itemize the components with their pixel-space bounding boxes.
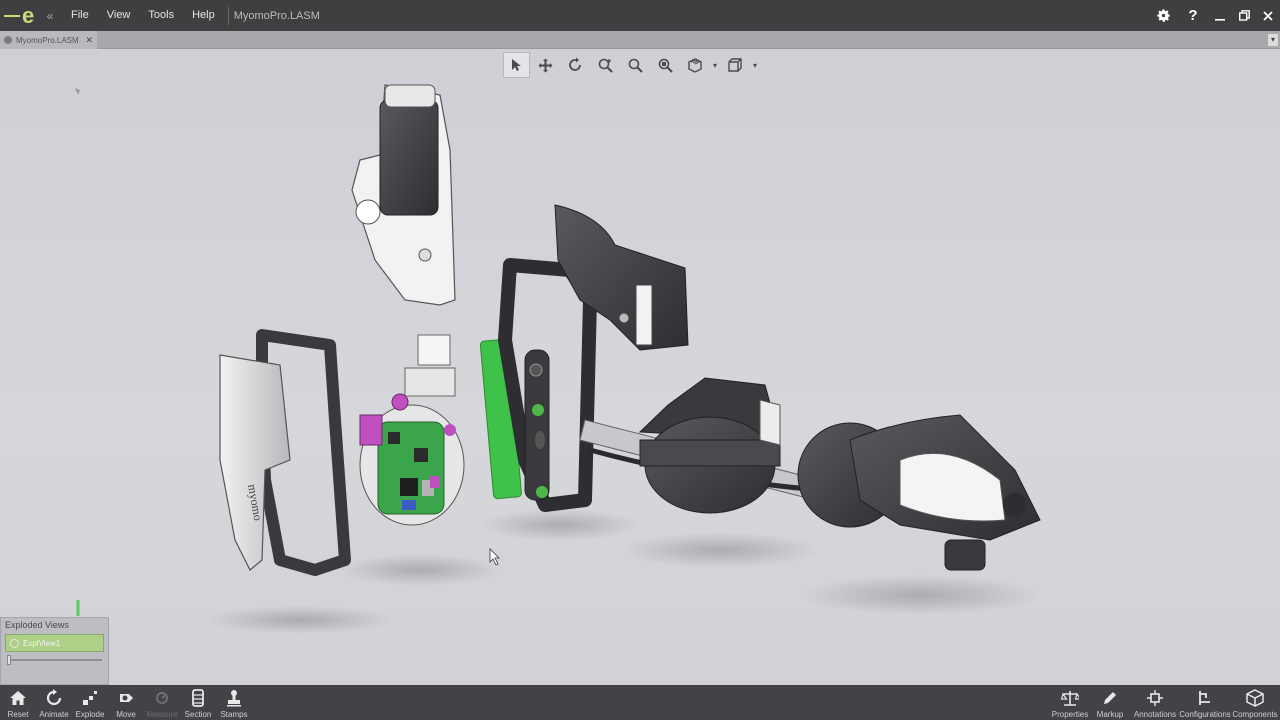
title-separator bbox=[227, 6, 229, 25]
measure-button[interactable]: Measure bbox=[144, 685, 180, 720]
circuit-board bbox=[359, 334, 465, 526]
restore-icon[interactable] bbox=[1232, 0, 1256, 31]
home-icon bbox=[9, 688, 27, 708]
components-label: Components bbox=[1232, 710, 1278, 719]
annotations-label: Annotations bbox=[1133, 710, 1177, 719]
bottom-toolbar: Reset Animate Explode Move Measure Secti… bbox=[0, 685, 1280, 720]
document-tab[interactable]: MyomoPro.LASM ✕ bbox=[0, 31, 97, 49]
upper-arm-cuff bbox=[554, 204, 689, 351]
exploded-views-title: Exploded Views bbox=[5, 620, 69, 630]
view-orientation-icon[interactable] bbox=[720, 52, 750, 78]
section-icon bbox=[190, 688, 206, 708]
menu-help[interactable]: Help bbox=[183, 0, 224, 31]
move-icon bbox=[117, 688, 135, 708]
components-icon bbox=[1246, 688, 1264, 708]
minimize-icon[interactable] bbox=[1208, 0, 1232, 31]
zoom-area-icon[interactable] bbox=[620, 52, 650, 78]
section-button[interactable]: Section bbox=[180, 685, 216, 720]
explode-slider[interactable] bbox=[7, 655, 102, 665]
3d-viewport[interactable]: myomo ▾ ▾ bbox=[0, 49, 1280, 685]
pencil-icon bbox=[1102, 688, 1118, 708]
rotate-icon[interactable] bbox=[560, 52, 590, 78]
stamps-button[interactable]: Stamps bbox=[216, 685, 252, 720]
exploded-assembly-model: myomo bbox=[75, 84, 1041, 634]
stamps-label: Stamps bbox=[220, 710, 248, 719]
animate-label: Animate bbox=[39, 710, 69, 719]
shadow bbox=[205, 606, 395, 634]
explode-slider-thumb[interactable] bbox=[7, 655, 11, 665]
animate-icon bbox=[45, 688, 63, 708]
tab-close-icon[interactable]: ✕ bbox=[85, 35, 93, 46]
document-title: MyomoPro.LASM bbox=[233, 9, 320, 22]
section-label: Section bbox=[184, 710, 212, 719]
view-style-dropdown-icon[interactable]: ▾ bbox=[710, 61, 720, 70]
view-orientation-dropdown-icon[interactable]: ▾ bbox=[750, 61, 760, 70]
title-right-controls: ? bbox=[1148, 0, 1280, 31]
radio-icon bbox=[10, 638, 19, 648]
properties-icon bbox=[1061, 688, 1079, 708]
explode-button[interactable]: Explode bbox=[72, 685, 108, 720]
measure-label: Measure bbox=[146, 710, 178, 719]
configurations-button[interactable]: Configurations bbox=[1179, 685, 1231, 720]
document-tab-label: MyomoPro.LASM bbox=[16, 35, 79, 45]
explode-label: Explode bbox=[75, 710, 105, 719]
menu-tools[interactable]: Tools bbox=[139, 0, 183, 31]
help-question-icon[interactable]: ? bbox=[1178, 0, 1208, 31]
reset-button[interactable]: Reset bbox=[0, 685, 36, 720]
left-shell: myomo bbox=[219, 329, 351, 576]
collapse-chevron-icon[interactable]: « bbox=[44, 9, 56, 23]
battery-assembly bbox=[351, 84, 456, 306]
close-icon[interactable] bbox=[1256, 0, 1280, 31]
select-icon[interactable] bbox=[503, 52, 530, 78]
zoom-fit-icon[interactable] bbox=[650, 52, 680, 78]
document-tab-bar: MyomoPro.LASM ✕ ▾ bbox=[0, 31, 1280, 49]
properties-label: Properties bbox=[1051, 710, 1089, 719]
exploded-view-item[interactable]: ExplView1 bbox=[5, 634, 104, 652]
configurations-label: Configurations bbox=[1179, 710, 1231, 719]
bottom-right-tools: Properties Markup Annotations Configurat… bbox=[1050, 685, 1280, 720]
annotations-button[interactable]: Annotations bbox=[1130, 685, 1180, 720]
forearm-cuff bbox=[638, 377, 781, 514]
menu-file[interactable]: File bbox=[62, 0, 98, 31]
components-button[interactable]: Components bbox=[1230, 685, 1280, 720]
hand-brace bbox=[797, 414, 1041, 571]
markup-button[interactable]: Markup bbox=[1090, 685, 1130, 720]
move-label: Move bbox=[116, 710, 136, 719]
zoom-icon[interactable] bbox=[590, 52, 620, 78]
measure-icon bbox=[153, 688, 171, 708]
settings-gear-icon[interactable] bbox=[1148, 0, 1178, 31]
markup-label: Markup bbox=[1096, 710, 1124, 719]
view-style-icon[interactable] bbox=[680, 52, 710, 78]
stamp-icon bbox=[226, 688, 242, 708]
logo-line bbox=[4, 15, 20, 17]
properties-button[interactable]: Properties bbox=[1050, 685, 1090, 720]
pan-icon[interactable] bbox=[530, 52, 560, 78]
title-bar: e « File View Tools Help MyomoPro.LASM ? bbox=[0, 0, 1280, 31]
exploded-view-label: ExplView1 bbox=[23, 638, 61, 648]
app-logo[interactable]: e bbox=[0, 0, 44, 31]
reset-label: Reset bbox=[7, 710, 29, 719]
move-button[interactable]: Move bbox=[108, 685, 144, 720]
menu-bar: File View Tools Help bbox=[62, 0, 224, 31]
logo-e-icon: e bbox=[22, 3, 35, 28]
document-tab-icon bbox=[4, 36, 12, 44]
view-toolbar: ▾ ▾ bbox=[503, 52, 760, 78]
mouse-cursor-icon bbox=[489, 548, 500, 566]
exploded-views-panel: Exploded Views ExplView1 bbox=[0, 617, 109, 685]
menu-view[interactable]: View bbox=[98, 0, 140, 31]
tab-list-dropdown-icon[interactable]: ▾ bbox=[1268, 34, 1278, 46]
explode-icon bbox=[81, 688, 99, 708]
annotations-icon bbox=[1147, 688, 1163, 708]
small-arrow-icon bbox=[75, 88, 80, 95]
animate-button[interactable]: Animate bbox=[36, 685, 72, 720]
configurations-icon bbox=[1197, 688, 1213, 708]
